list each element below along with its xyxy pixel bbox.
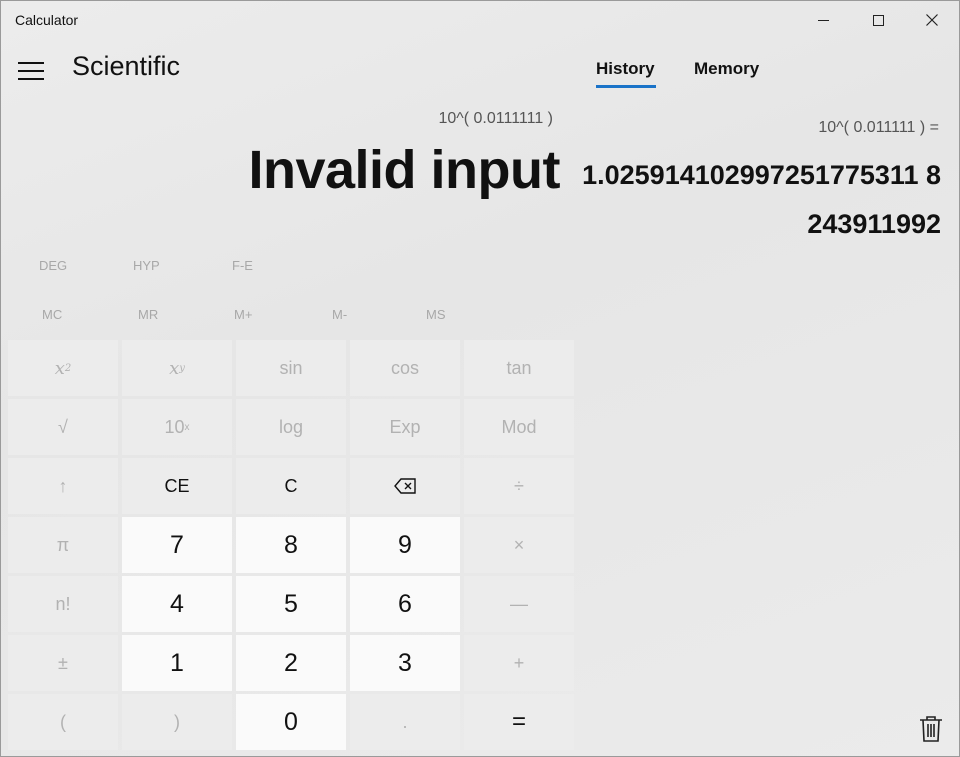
digit-0-button[interactable]: 0 xyxy=(236,694,346,750)
calculator-window: Calculator Scientific History Memory 10^… xyxy=(0,0,960,757)
exp-button[interactable]: Exp xyxy=(350,399,460,455)
add-button[interactable]: + xyxy=(464,635,574,691)
subtract-button[interactable]: — xyxy=(464,576,574,632)
right-paren-button[interactable]: ) xyxy=(122,694,232,750)
digit-4-button[interactable]: 4 xyxy=(122,576,232,632)
digit-8-button[interactable]: 8 xyxy=(236,517,346,573)
sin-button[interactable]: sin xyxy=(236,340,346,396)
mode-title: Scientific xyxy=(72,51,181,81)
divide-button[interactable]: ÷ xyxy=(464,458,574,514)
cos-button[interactable]: cos xyxy=(350,340,460,396)
history-result[interactable]: 1.025914102997251775311 8243911992 xyxy=(581,151,941,249)
digit-2-button[interactable]: 2 xyxy=(236,635,346,691)
memory-recall-button[interactable]: MR xyxy=(138,307,158,322)
factorial-button[interactable]: n! xyxy=(8,576,118,632)
hamburger-icon-line xyxy=(18,62,44,64)
maximize-button[interactable] xyxy=(854,1,902,39)
hamburger-icon-line xyxy=(18,78,44,80)
history-expression[interactable]: 10^( 0.011111 ) = xyxy=(818,119,939,137)
fe-toggle[interactable]: F-E xyxy=(232,258,253,273)
clear-entry-button[interactable]: CE xyxy=(122,458,232,514)
backspace-icon xyxy=(394,478,416,494)
digit-9-button[interactable]: 9 xyxy=(350,517,460,573)
clear-button[interactable]: C xyxy=(236,458,346,514)
menu-button[interactable] xyxy=(18,60,44,82)
ten-power-button[interactable]: 10 x xyxy=(122,399,232,455)
shift-button[interactable]: ↑ xyxy=(8,458,118,514)
digit-1-button[interactable]: 1 xyxy=(122,635,232,691)
tan-button[interactable]: tan xyxy=(464,340,574,396)
digit-7-button[interactable]: 7 xyxy=(122,517,232,573)
pi-button[interactable]: π xyxy=(8,517,118,573)
power-button[interactable]: xy xyxy=(122,340,232,396)
log-button[interactable]: log xyxy=(236,399,346,455)
memory-store-button[interactable]: MS xyxy=(426,307,446,322)
square-button[interactable]: x2 xyxy=(8,340,118,396)
digit-5-button[interactable]: 5 xyxy=(236,576,346,632)
angle-toggle[interactable]: DEG xyxy=(39,258,67,273)
digit-6-button[interactable]: 6 xyxy=(350,576,460,632)
close-button[interactable] xyxy=(908,1,956,39)
hamburger-icon-line xyxy=(18,70,44,72)
digit-3-button[interactable]: 3 xyxy=(350,635,460,691)
left-paren-button[interactable]: ( xyxy=(8,694,118,750)
equals-button[interactable]: = xyxy=(464,694,574,750)
tab-memory[interactable]: Memory xyxy=(694,59,759,79)
multiply-button[interactable]: × xyxy=(464,517,574,573)
mod-button[interactable]: Mod xyxy=(464,399,574,455)
close-icon xyxy=(926,14,938,26)
hyp-toggle[interactable]: HYP xyxy=(133,258,160,273)
keypad: x2 xy sin cos tan √ 10 x log Exp Mod ↑ CE… xyxy=(8,340,574,750)
square-root-button[interactable]: √ xyxy=(8,399,118,455)
minimize-icon xyxy=(817,19,829,21)
tab-history[interactable]: History xyxy=(596,59,655,79)
active-tab-indicator xyxy=(596,85,656,88)
memory-subtract-button[interactable]: M- xyxy=(332,307,347,322)
expression-display: 10^( 0.0111111 ) xyxy=(438,110,553,127)
app-title: Calculator xyxy=(15,12,79,28)
result-display: Invalid input xyxy=(248,140,561,200)
memory-add-button[interactable]: M+ xyxy=(234,307,252,322)
memory-clear-button[interactable]: MC xyxy=(42,307,62,322)
maximize-icon xyxy=(872,14,884,26)
decimal-button[interactable]: . xyxy=(350,694,460,750)
minimize-button[interactable] xyxy=(799,1,847,39)
backspace-button[interactable] xyxy=(350,458,460,514)
title-bar: Calculator xyxy=(1,1,959,39)
negate-button[interactable]: ± xyxy=(8,635,118,691)
trash-icon[interactable] xyxy=(918,715,944,743)
